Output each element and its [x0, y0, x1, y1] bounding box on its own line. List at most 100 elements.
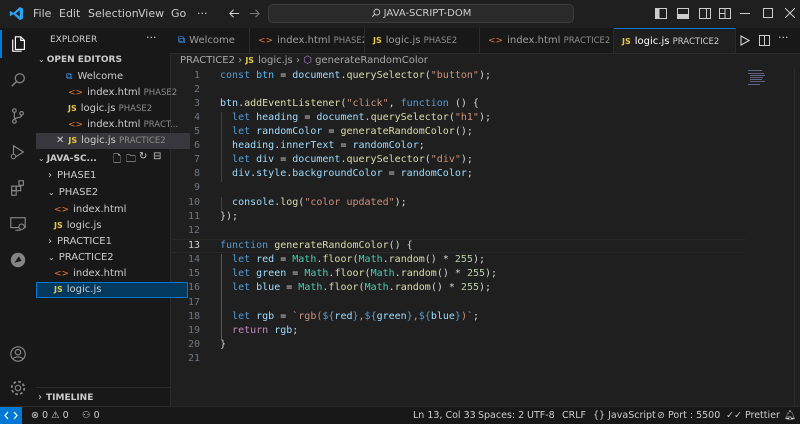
workspace-header[interactable]: ⌄ JAVA-SC...	[36, 151, 172, 167]
accounts-icon[interactable]	[0, 340, 36, 368]
html-file-icon: <>	[258, 36, 274, 46]
breadcrumb: PRACTICE2 › JS logic.js › ⬡ generateRando…	[180, 55, 428, 69]
explorer-sidebar: EXPLORER ··· ⌄ OPEN EDITORS ⧉ Welcome <> in…	[36, 28, 190, 406]
open-editors-header[interactable]: ⌄ OPEN EDITORS	[36, 52, 172, 68]
html-file-icon: <>	[68, 88, 84, 98]
vscode-welcome-icon: ⧉	[178, 35, 186, 46]
breadcrumb-folder[interactable]: PRACTICE2	[180, 55, 235, 66]
cursor-position[interactable]: Ln 13, Col 33	[413, 410, 476, 421]
menu-view[interactable]: View	[138, 7, 164, 20]
settings-gear-icon[interactable]	[0, 374, 36, 402]
remote-explorer-icon[interactable]	[0, 210, 36, 238]
prettier-status[interactable]: ✓✓ Prettier	[726, 410, 780, 421]
braces-icon: {}	[593, 410, 606, 421]
chevron-down-icon: ⌄	[48, 253, 55, 262]
chevron-right-icon: ›	[38, 392, 42, 403]
line-number: 21	[187, 353, 200, 364]
maximize-icon[interactable]	[763, 8, 773, 18]
extensions-icon[interactable]	[0, 174, 36, 202]
run-debug-icon[interactable]	[0, 138, 36, 166]
toggle-panel-icon[interactable]	[677, 8, 689, 19]
new-file-icon[interactable]: 🗋	[113, 152, 121, 169]
menu-edit[interactable]: Edit	[59, 7, 80, 20]
toggle-secondary-sidebar-icon[interactable]	[699, 8, 711, 19]
code-line: div.style.backgroundColor = randomColor;	[232, 168, 473, 179]
tab-logic-js-phase2[interactable]: JS logic.js PHASE2	[365, 28, 480, 53]
new-folder-icon[interactable]: 🗀	[126, 152, 136, 169]
toggle-sidebar-icon[interactable]	[655, 8, 667, 19]
line-number: 4	[193, 112, 200, 123]
source-control-icon[interactable]	[0, 102, 36, 130]
html-file-icon: <>	[54, 205, 70, 215]
editor-more-button[interactable]: ···	[778, 31, 789, 44]
close-icon[interactable]	[785, 8, 795, 18]
tab-welcome[interactable]: ⧉ Welcome	[170, 28, 250, 53]
timeline-header[interactable]: › TIMELINE	[36, 390, 172, 406]
refresh-icon[interactable]: ↻	[139, 151, 147, 162]
breadcrumb-symbol[interactable]: generateRandomColor	[315, 55, 428, 66]
ports-indicator[interactable]: ⚇ 0	[82, 410, 100, 421]
js-file-icon: JS	[245, 56, 255, 65]
minimap[interactable]	[748, 70, 768, 86]
command-center-search[interactable]: JAVA-SCRIPT-DOM	[268, 4, 574, 23]
line-number: 3	[193, 98, 200, 109]
chevron-right-icon: ›	[48, 170, 52, 181]
line-number: 12	[187, 225, 200, 236]
workspace-name: JAVA-SCRIPT-DOM	[383, 8, 472, 19]
menu-selection[interactable]: Selection	[88, 7, 139, 20]
split-editor-icon[interactable]	[759, 35, 770, 46]
tree-folder[interactable]: ⌄ PRACTICE2	[36, 250, 182, 266]
search-icon[interactable]	[0, 66, 36, 94]
breadcrumb-file[interactable]: logic.js	[258, 55, 293, 66]
code-line: heading.innerText = randomColor;	[232, 140, 425, 151]
line-number: 11	[187, 211, 200, 222]
layout-icon[interactable]	[719, 8, 731, 19]
chevron-down-icon: ⌄	[38, 154, 45, 163]
tree-file[interactable]: JS logic.js	[36, 218, 188, 234]
open-editor-item-active[interactable]: ✕ JS logic.js PRACTICE2	[36, 133, 190, 149]
tree-file[interactable]: <> index.html	[36, 202, 188, 218]
line-number: 1	[193, 70, 200, 81]
menu-go[interactable]: Go	[171, 7, 186, 20]
tree-file[interactable]: <> index.html	[36, 266, 188, 282]
live-share-icon[interactable]	[0, 246, 36, 274]
run-file-icon[interactable]	[740, 35, 750, 46]
double-check-icon: ✓✓	[726, 410, 742, 421]
language-mode[interactable]: {} JavaScript	[593, 410, 656, 421]
code-line: let heading = document.querySelector("h1…	[232, 112, 492, 123]
tab-logic-js-practice2[interactable]: JS logic.js PRACTICE2	[614, 28, 736, 53]
live-server-port[interactable]: ⊘ Port : 5500	[657, 410, 720, 421]
tab-index-html-phase2[interactable]: <> index.html PHASE2	[250, 28, 365, 53]
line-number: 15	[187, 268, 200, 279]
code-line: let div = document.querySelector("div");	[232, 154, 473, 165]
close-editor-icon[interactable]: ✕	[56, 135, 64, 146]
chevron-down-icon: ⌄	[48, 188, 55, 197]
tree-folder[interactable]: › PRACTICE1	[36, 234, 182, 250]
line-number: 18	[187, 311, 200, 322]
problems-indicator[interactable]: ⊗ 0 ⚠ 0	[31, 410, 69, 421]
tab-index-html-practice2[interactable]: <> index.html PRACTICE2	[480, 28, 614, 53]
remote-indicator[interactable]	[0, 407, 22, 424]
line-ending[interactable]: CRLF	[562, 410, 586, 421]
vscode-logo-icon	[9, 6, 24, 21]
collapse-all-icon[interactable]: ⊟	[153, 151, 161, 162]
tree-folder[interactable]: › PHASE1	[36, 168, 182, 184]
line-number: 19	[187, 325, 200, 336]
tree-file-selected[interactable]: JS logic.js	[36, 282, 188, 298]
encoding[interactable]: UTF-8	[527, 410, 555, 421]
code-editor[interactable]: 1 2 3 4 5 6 7 8 9 10 11 12 13 14 15 16 1…	[170, 68, 800, 406]
tree-folder[interactable]: ⌄ PHASE2	[36, 185, 182, 201]
menu-file[interactable]: File	[33, 7, 51, 20]
explorer-more-button[interactable]: ···	[146, 31, 157, 44]
explorer-icon[interactable]	[0, 30, 36, 58]
back-arrow-icon[interactable]	[228, 7, 241, 20]
minimize-icon[interactable]	[740, 13, 750, 15]
indentation[interactable]: Spaces: 2	[478, 410, 524, 421]
divider	[36, 387, 170, 388]
menu-more[interactable]: ···	[197, 7, 208, 20]
forward-arrow-icon[interactable]	[248, 7, 261, 20]
search-icon	[371, 8, 381, 18]
line-number: 9	[193, 182, 200, 193]
notifications-bell-icon[interactable]: 🔔︎	[784, 410, 796, 421]
vertical-scrollbar[interactable]	[794, 68, 800, 406]
